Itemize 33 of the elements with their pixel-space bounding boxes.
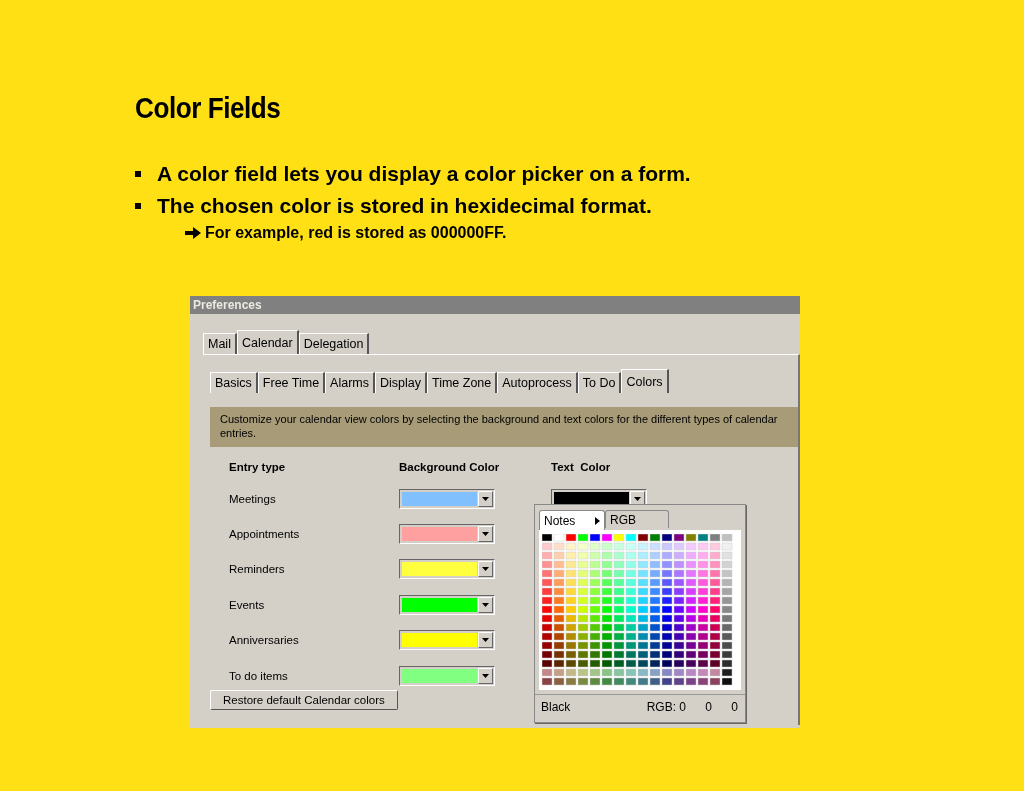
column-header: Background Color [399,461,501,473]
entry-label: Meetings [229,492,277,505]
tab[interactable]: Basics [210,372,258,393]
bullet-text: A color field lets you display a color picker on a form. [157,162,691,186]
tab[interactable]: To Do [577,372,622,393]
entry-label: Anniversaries [229,634,300,647]
entry-label: To do items [229,669,289,682]
entry-label: Reminders [229,563,286,576]
entry-label: Appointments [229,528,301,541]
tab[interactable]: Mail [203,333,237,354]
tab[interactable]: Calendar [236,330,299,354]
rgb-value: 0 [730,700,738,714]
bullet-text: The chosen color is stored in hexidecimal format. [157,194,652,218]
tab[interactable]: Autoprocess [497,372,578,393]
tab[interactable]: Time Zone [427,372,498,393]
rgb-value: RGB: 0 [646,700,686,714]
tab[interactable]: Free Time [257,372,326,393]
color-name: Black [541,700,571,714]
tab[interactable]: RGB [605,510,669,528]
entry-label: Events [229,598,266,611]
tab[interactable]: Notes [539,510,605,530]
bullet-text: For example, red is stored as 000000FF. [205,224,507,242]
description-text: Customize your calendar view colors by selecting the background and text colors for the different types of calendar entries. [220,413,778,439]
tab[interactable]: Display [375,372,427,393]
column-header: Entry type [229,461,287,473]
tab[interactable]: Colors [621,369,669,393]
rgb-value: 0 [704,700,712,714]
window-title: Preferences [193,298,262,312]
column-header: Text Color [551,461,611,473]
tab[interactable]: Delegation [298,333,370,354]
slide-title: Color Fields [135,92,282,125]
restore-button[interactable]: Restore default Calendar colors [210,690,398,711]
tab[interactable]: Alarms [325,372,375,393]
